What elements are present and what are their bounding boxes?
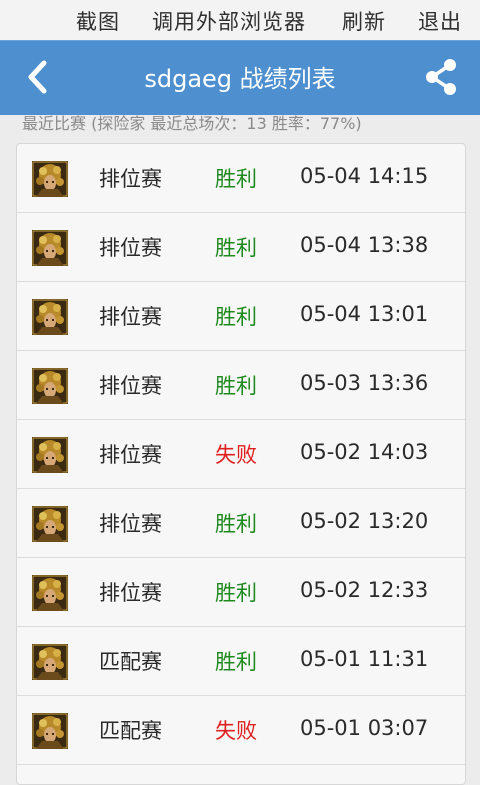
match-time: 05-02 14:03: [300, 440, 429, 464]
match-list: 排位赛 胜利 05-04 14:15 排位赛 胜利 05-04 13:38 排位赛 胜利 05-…: [16, 143, 466, 785]
match-mode: 排位赛: [99, 305, 162, 329]
page-title: sdgaeg 战绩列表: [144, 65, 336, 93]
match-time: 05-02 12:33: [300, 578, 429, 602]
match-mode: 排位赛: [99, 581, 162, 605]
match-mode: 排位赛: [99, 443, 162, 467]
match-time: 05-01 11:31: [300, 647, 429, 671]
match-mode: 匹配赛: [99, 719, 162, 743]
match-result: 胜利: [215, 581, 257, 605]
match-result: 胜利: [215, 167, 257, 191]
hero-portrait-icon: [32, 437, 68, 473]
match-time: 05-02 13:20: [300, 509, 429, 533]
match-row[interactable]: 排位赛 胜利 05-04 14:15: [17, 144, 465, 213]
match-mode: 排位赛: [99, 236, 162, 260]
match-mode: 排位赛: [99, 167, 162, 191]
hero-portrait-icon: [32, 368, 68, 404]
match-row[interactable]: 排位赛 失败 05-02 14:03: [17, 420, 465, 489]
match-result: 失败: [215, 719, 257, 743]
match-time: 05-04 13:38: [300, 233, 429, 257]
hero-portrait-icon: [32, 230, 68, 266]
hero-portrait-icon: [32, 644, 68, 680]
match-result: 胜利: [215, 374, 257, 398]
browser-menu-bar: 截图 调用外部浏览器 刷新 退出: [0, 0, 480, 40]
match-mode: 排位赛: [99, 512, 162, 536]
match-mode: 匹配赛: [99, 650, 162, 674]
screenshot-menu-item[interactable]: 截图: [76, 6, 120, 36]
match-result: 胜利: [215, 650, 257, 674]
share-button[interactable]: [420, 55, 464, 99]
match-time: 05-04 13:01: [300, 302, 429, 326]
share-icon: [426, 59, 456, 95]
open-external-browser-menu-item[interactable]: 调用外部浏览器: [152, 6, 306, 36]
match-result: 胜利: [215, 305, 257, 329]
hero-portrait-icon: [32, 713, 68, 749]
match-result: 失败: [215, 443, 257, 467]
hero-portrait-icon: [32, 506, 68, 542]
match-time: 05-03 13:36: [300, 371, 429, 395]
match-time: 05-01 03:07: [300, 716, 429, 740]
match-row[interactable]: 匹配赛 失败 05-01 03:07: [17, 696, 465, 765]
title-bar: sdgaeg 战绩列表: [0, 40, 480, 115]
match-row[interactable]: 排位赛 胜利 05-03 13:36: [17, 351, 465, 420]
match-row[interactable]: 排位赛 胜利 05-04 13:01: [17, 282, 465, 351]
refresh-menu-item[interactable]: 刷新: [342, 6, 386, 36]
match-row[interactable]: 匹配赛 胜利 05-01 11:31: [17, 627, 465, 696]
match-row[interactable]: 排位赛 胜利 05-02 13:20: [17, 489, 465, 558]
match-mode: 排位赛: [99, 374, 162, 398]
match-result: 胜利: [215, 512, 257, 536]
hero-portrait-icon: [32, 299, 68, 335]
match-row[interactable]: 排位赛 胜利 05-02 12:33: [17, 558, 465, 627]
hero-portrait-icon: [32, 575, 68, 611]
hero-portrait-icon: [32, 161, 68, 197]
recent-matches-summary: 最近比赛 (探险家 最近总场次：13 胜率：77%): [22, 114, 362, 133]
exit-menu-item[interactable]: 退出: [418, 6, 462, 36]
match-row[interactable]: 排位赛 胜利 05-04 13:38: [17, 213, 465, 282]
match-time: 05-04 14:15: [300, 164, 429, 188]
match-result: 胜利: [215, 236, 257, 260]
